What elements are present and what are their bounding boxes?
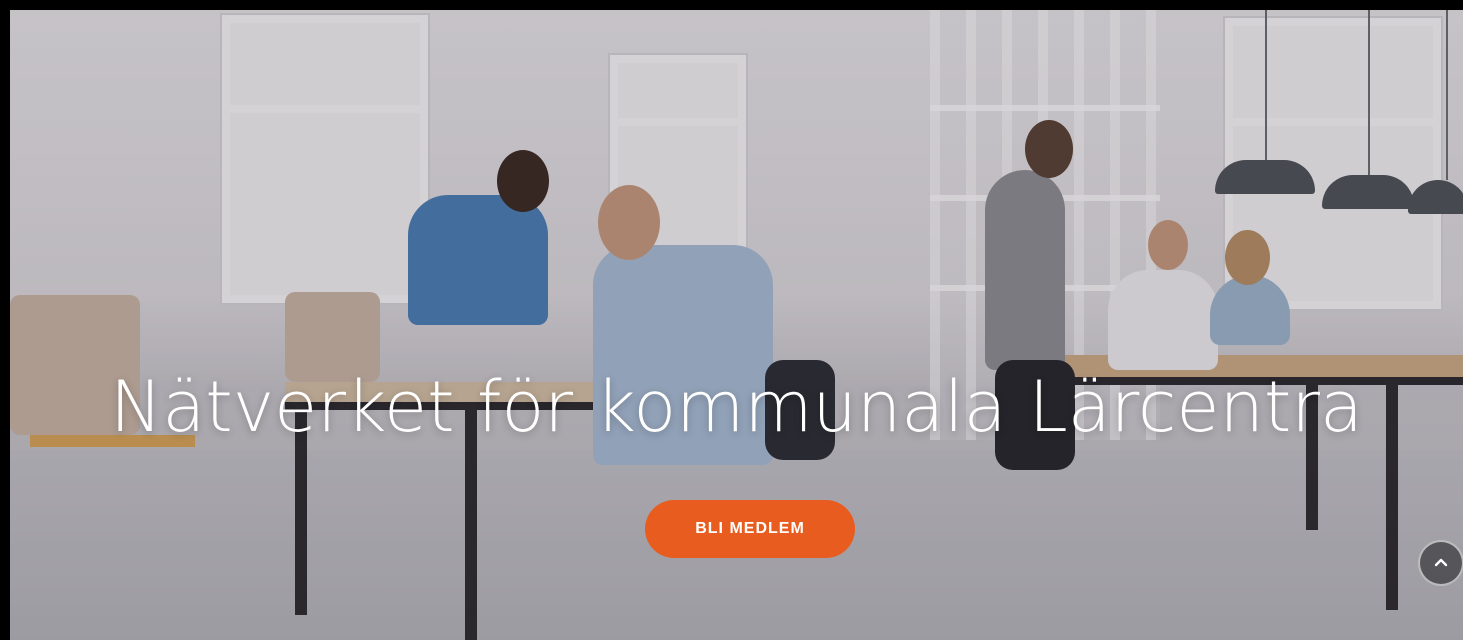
join-member-button[interactable]: BLI MEDLEM <box>645 500 855 558</box>
hero-headline: Nätverket för kommunala Lärcentra <box>110 366 1363 448</box>
scroll-to-top-button[interactable] <box>1418 540 1463 586</box>
chevron-up-icon <box>1434 558 1448 567</box>
